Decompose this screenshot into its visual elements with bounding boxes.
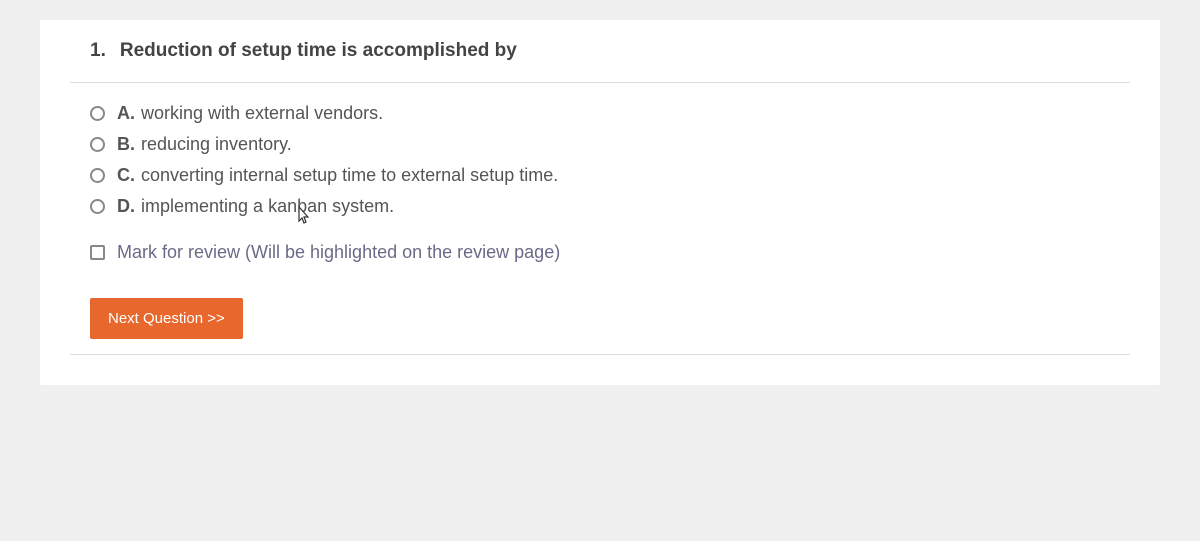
radio-icon[interactable]: [90, 168, 105, 183]
button-area: Next Question >>: [70, 298, 1130, 355]
options-list: A. working with external vendors. B. red…: [70, 103, 1130, 217]
radio-icon[interactable]: [90, 137, 105, 152]
option-d[interactable]: D. implementing a kanban system.: [90, 196, 1130, 217]
next-question-button[interactable]: Next Question >>: [90, 298, 243, 339]
option-text: converting internal setup time to extern…: [141, 165, 558, 186]
mark-for-review[interactable]: Mark for review (Will be highlighted on …: [70, 242, 1130, 263]
option-letter: C.: [117, 165, 135, 186]
question-number: 1.: [90, 40, 106, 62]
review-label: Mark for review (Will be highlighted on …: [117, 242, 560, 263]
option-letter: A.: [117, 103, 135, 124]
option-text: implementing a kanban system.: [141, 196, 394, 217]
checkbox-icon[interactable]: [90, 245, 105, 260]
question-text: Reduction of setup time is accomplished …: [120, 40, 517, 62]
radio-icon[interactable]: [90, 199, 105, 214]
question-header: 1. Reduction of setup time is accomplish…: [70, 30, 1130, 83]
radio-icon[interactable]: [90, 106, 105, 121]
question-container: 1. Reduction of setup time is accomplish…: [40, 20, 1160, 385]
option-c[interactable]: C. converting internal setup time to ext…: [90, 165, 1130, 186]
option-text: reducing inventory.: [141, 134, 292, 155]
option-text: working with external vendors.: [141, 103, 383, 124]
option-letter: B.: [117, 134, 135, 155]
option-b[interactable]: B. reducing inventory.: [90, 134, 1130, 155]
option-a[interactable]: A. working with external vendors.: [90, 103, 1130, 124]
option-letter: D.: [117, 196, 135, 217]
